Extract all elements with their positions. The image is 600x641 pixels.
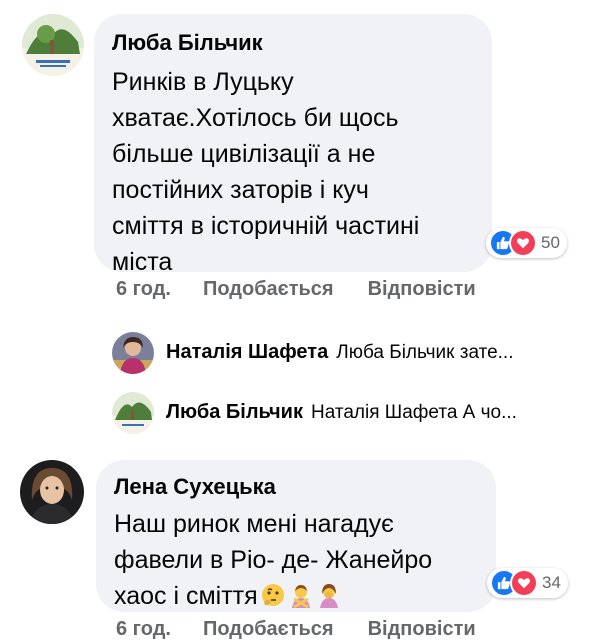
comment-text: Ринків в Луцьку хватає.Хотілось би щось … [112, 68, 420, 276]
reply-item-1[interactable]: Наталія Шафета Люба Більчик зате... [166, 341, 514, 364]
person-facepalming-icon [319, 584, 338, 608]
avatar-reply-2[interactable] [112, 392, 154, 434]
reply-author[interactable]: Наталія Шафета [166, 341, 328, 364]
reaction-summary-2[interactable]: 34 [487, 568, 568, 598]
person-gesturing-no-icon [291, 585, 310, 608]
avatar-comment-2[interactable] [20, 460, 84, 524]
comment-actions-2: 6 год. Подобається Відповісти [116, 618, 476, 641]
thinking-face-icon [261, 584, 284, 606]
comment-author[interactable]: Люба Більчик [112, 30, 474, 56]
avatar-reply-1[interactable] [112, 332, 154, 374]
reply-preview[interactable]: Наталія Шафета А чо... [311, 402, 517, 424]
reply-preview[interactable]: Люба Більчик зате... [336, 342, 513, 364]
heart-icon [509, 229, 537, 257]
comment-time[interactable]: 6 год. [116, 618, 171, 641]
reaction-count: 50 [541, 233, 560, 252]
reply-author[interactable]: Люба Більчик [166, 401, 303, 424]
reply-item-2[interactable]: Люба Більчик Наталія Шафета А чо... [166, 401, 517, 424]
heart-icon [510, 569, 538, 597]
comment-time[interactable]: 6 год. [116, 278, 171, 301]
comment-bubble-1: Люба Більчик Ринків в Луцьку хватає.Хоті… [94, 14, 492, 276]
reply-button[interactable]: Відповісти [368, 278, 476, 301]
reply-button[interactable]: Відповісти [368, 618, 476, 641]
comment-bubble-2: Лена Сухецька Наш ринок мені нагадує фав… [96, 460, 496, 612]
reaction-count: 34 [542, 573, 561, 592]
reaction-summary-1[interactable]: 50 [486, 228, 567, 258]
like-button[interactable]: Подобається [203, 278, 334, 301]
avatar-comment-1[interactable] [22, 14, 84, 76]
like-button[interactable]: Подобається [203, 618, 334, 641]
comment-author[interactable]: Лена Сухецька [114, 474, 478, 500]
comment-text: Наш ринок мені нагадує фавели в Ріо- де-… [114, 506, 478, 614]
comment-actions-1: 6 год. Подобається Відповісти [116, 278, 476, 301]
